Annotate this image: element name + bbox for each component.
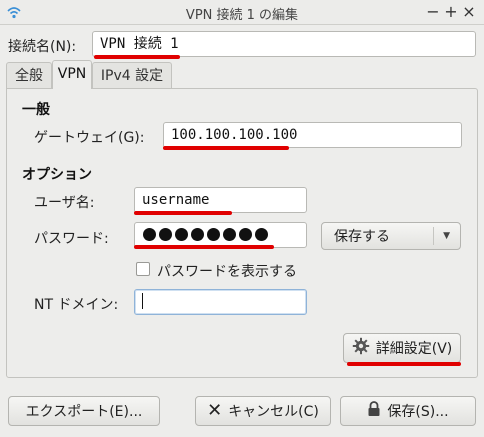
window-title: VPN 接続 1 の編集	[185, 8, 299, 23]
select-divider	[433, 227, 434, 245]
connection-name-label: 接続名(N):	[8, 39, 77, 55]
save-button[interactable]: 保存(S)...	[340, 396, 476, 426]
annotation-underline	[134, 211, 232, 215]
gateway-label: ゲートウェイ(G):	[34, 130, 145, 146]
password-dot	[207, 228, 220, 241]
password-dot	[239, 228, 252, 241]
nt-domain-label: NT ドメイン:	[34, 297, 119, 313]
password-dot	[255, 228, 268, 241]
password-dot	[223, 228, 236, 241]
password-dot	[191, 228, 204, 241]
advanced-settings-button[interactable]: 詳細設定(V)	[343, 333, 461, 363]
close-icon: ✕	[207, 400, 223, 421]
general-heading: 一般	[22, 102, 50, 118]
password-dot	[143, 228, 156, 241]
export-label: エクスポート(E)...	[25, 404, 143, 420]
annotation-underline	[134, 245, 274, 249]
cancel-button[interactable]: ✕ キャンセル(C)	[195, 396, 331, 426]
password-store-value: 保存する	[334, 229, 390, 245]
advanced-settings-label: 詳細設定(V)	[375, 341, 453, 357]
dropdown-arrow-icon: ▼	[443, 231, 450, 241]
cancel-label: キャンセル(C)	[228, 404, 319, 420]
connection-name-input[interactable]: VPN 接続 1	[92, 31, 476, 57]
username-input[interactable]: username	[134, 187, 307, 213]
gear-icon	[352, 337, 370, 359]
annotation-underline	[347, 362, 461, 366]
title-bar: VPN 接続 1 の編集 − + ×	[0, 0, 484, 25]
gateway-input[interactable]: 100.100.100.100	[163, 122, 462, 148]
show-password-checkbox[interactable]	[136, 262, 150, 276]
lock-icon	[367, 401, 381, 421]
tab-general[interactable]: 全般	[6, 62, 52, 89]
export-button[interactable]: エクスポート(E)...	[8, 396, 160, 426]
annotation-underline	[163, 146, 289, 150]
username-label: ユーザ名:	[34, 195, 95, 211]
text-cursor	[142, 293, 143, 309]
save-label: 保存(S)...	[387, 404, 449, 420]
close-icon[interactable]: ×	[460, 3, 478, 21]
tab-vpn[interactable]: VPN	[52, 60, 92, 89]
maximize-icon[interactable]: +	[442, 3, 460, 21]
password-store-select[interactable]: 保存する ▼	[321, 222, 461, 250]
options-heading: オプション	[22, 167, 92, 183]
password-mask	[143, 227, 271, 243]
minimize-icon[interactable]: −	[424, 3, 442, 21]
tab-ipv4[interactable]: IPv4 設定	[92, 62, 172, 89]
password-label: パスワード:	[34, 231, 109, 247]
show-password-label[interactable]: パスワードを表示する	[157, 261, 297, 281]
nt-domain-input[interactable]	[134, 289, 307, 315]
password-dot	[159, 228, 172, 241]
annotation-underline	[94, 55, 180, 59]
password-dot	[175, 228, 188, 241]
